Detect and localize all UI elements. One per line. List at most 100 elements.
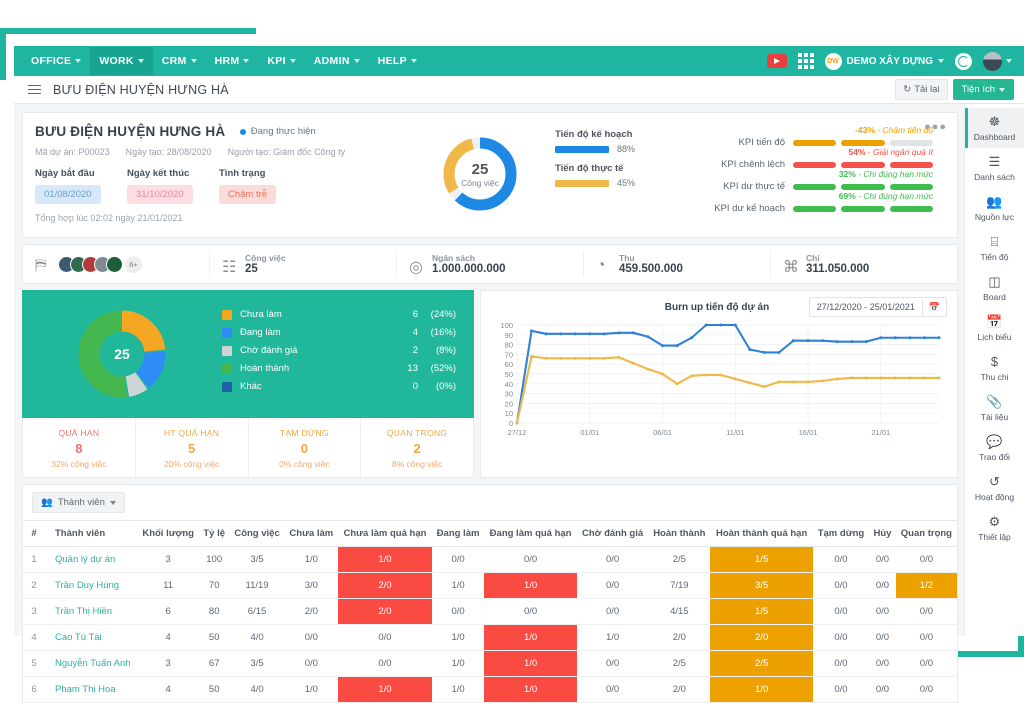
table-row[interactable]: 1Quản lý dự án31003/51/01/00/00/00/02/51… — [23, 547, 957, 573]
table-column-header-3[interactable]: Tỷ lệ — [199, 521, 230, 547]
row-cell-3: 1/0 — [285, 677, 338, 703]
row-cell-7: 0/0 — [577, 547, 648, 573]
row-member-name[interactable]: Phạm Thị Hoa — [45, 677, 137, 703]
row-cell-11: 0/0 — [869, 677, 896, 703]
table-column-header-0[interactable]: # — [23, 521, 45, 547]
nav-item-hrm[interactable]: HRM — [206, 47, 259, 75]
x-tick-label: 27/12 — [508, 428, 527, 437]
table-column-header-8[interactable]: Đang làm quá hạn — [484, 521, 577, 547]
substat-number: 8 — [23, 441, 135, 456]
table-body: 1Quản lý dự án31003/51/01/00/00/00/02/51… — [23, 547, 957, 703]
chevron-down-icon — [290, 59, 296, 63]
menu-toggle-icon[interactable] — [28, 85, 41, 95]
x-tick-label: 11/01 — [726, 428, 744, 437]
nav-item-help[interactable]: HELP — [369, 47, 426, 75]
table-column-header-11[interactable]: Hoàn thành quá hạn — [710, 521, 812, 547]
rail-item-trao-đổi[interactable]: 💬 Trao đổi — [965, 428, 1024, 468]
task-legend-count: 0 — [396, 381, 418, 392]
nav-item-work[interactable]: WORK — [90, 47, 152, 75]
row-cell-2: 6/15 — [230, 599, 285, 625]
org-name: DEMO XÂY DỰNG — [847, 56, 933, 67]
row-cell-1: 70 — [199, 573, 230, 599]
table-column-header-12[interactable]: Tạm dừng — [813, 521, 869, 547]
progress-legend-row: 88% — [555, 144, 695, 154]
table-column-header-13[interactable]: Hủy — [869, 521, 896, 547]
plan-progress-donut: 25 Công việc — [405, 123, 555, 225]
table-column-header-4[interactable]: Công việc — [230, 521, 285, 547]
table-column-header-2[interactable]: Khối lượng — [137, 521, 199, 547]
row-cell-5: 1/0 — [432, 625, 484, 651]
row-cell-9: 1/5 — [710, 547, 812, 573]
rail-item-lịch-biểu[interactable]: 📅Lịch biểu — [965, 308, 1024, 348]
date-range-value: 27/12/2020 - 25/01/2021 — [810, 298, 922, 316]
row-member-name[interactable]: Quản lý dự án — [45, 547, 137, 573]
table-column-header-5[interactable]: Chưa làm — [285, 521, 338, 547]
youtube-icon[interactable] — [767, 54, 787, 68]
row-cell-1: 67 — [199, 651, 230, 677]
rail-item-tiến-độ[interactable]: ⌸Tiến độ — [965, 228, 1024, 268]
y-tick-label: 10 — [505, 409, 513, 418]
row-cell-10: 0/0 — [813, 547, 869, 573]
task-legend-percent: (0%) — [418, 381, 456, 392]
row-member-name[interactable]: Trần Duy Hùng — [45, 573, 137, 599]
row-member-name[interactable]: Nguyễn Tuấn Anh — [45, 651, 137, 677]
reload-button[interactable]: ↻ Tải lại — [895, 79, 947, 100]
rail-item-thiết-lập[interactable]: ⚙Thiết lập — [965, 508, 1024, 548]
kpi-note: 54% - Giải ngân quá ít — [848, 147, 933, 157]
organization-switcher[interactable]: DW DEMO XÂY DỰNG — [825, 53, 944, 70]
money-icon: $ — [967, 355, 1022, 369]
series-point — [545, 332, 548, 335]
language-globe-icon[interactable] — [955, 53, 972, 70]
strip-label: Thu — [619, 253, 683, 263]
table-column-header-6[interactable]: Chưa làm quá hạn — [338, 521, 432, 547]
rail-item-tài-liệu[interactable]: 📎Tài liệu — [965, 388, 1024, 428]
rail-item-label: Thu chi — [967, 372, 1022, 382]
rail-item-label: Trao đổi — [967, 452, 1022, 462]
table-column-header-1[interactable]: Thành viên — [45, 521, 137, 547]
row-cell-10: 0/0 — [813, 677, 869, 703]
table-row[interactable]: 6Phạm Thị Hoa4504/01/01/01/01/00/02/01/0… — [23, 677, 957, 703]
chat-icon: 💬 — [967, 435, 1022, 449]
kpi-note: 32% - Chi đúng hạn mức — [839, 169, 933, 179]
row-member-name[interactable]: Cao Tú Tài — [45, 625, 137, 651]
table-column-header-9[interactable]: Chờ đánh giá — [577, 521, 648, 547]
utility-button[interactable]: Tiện ích — [953, 79, 1014, 100]
summary-timestamp: Tổng hợp lúc 02:02 ngày 21/01/2021 — [35, 213, 405, 223]
series-point — [836, 377, 839, 380]
rail-item-dashboard[interactable]: ☸Dashboard — [965, 108, 1024, 148]
nav-item-office[interactable]: OFFICE — [22, 47, 90, 75]
table-row[interactable]: 5Nguyễn Tuấn Anh3673/50/00/01/01/00/02/5… — [23, 651, 957, 677]
series-point — [879, 376, 882, 379]
nav-item-admin[interactable]: ADMIN — [305, 47, 369, 75]
table-column-header-7[interactable]: Đang làm — [432, 521, 484, 547]
avatar-group[interactable]: 6+ — [58, 256, 142, 273]
row-member-name[interactable]: Trần Thị Hiền — [45, 599, 137, 625]
row-cell-8: 2/5 — [648, 651, 710, 677]
substat-title: QUAN TRỌNG — [361, 428, 473, 438]
strip-text: Chi311.050.000 — [806, 253, 869, 275]
row-cell-2: 4/0 — [230, 625, 285, 651]
row-cell-12: 1/2 — [896, 573, 957, 599]
rail-item-board[interactable]: ◫Board — [965, 268, 1024, 308]
nav-item-kpi[interactable]: KPI — [258, 47, 304, 75]
member-filter-button[interactable]: 👥 Thành viên — [32, 492, 125, 513]
nav-item-crm[interactable]: CRM — [153, 47, 206, 75]
table-row[interactable]: 2Trần Duy Hùng117011/193/02/01/01/00/07/… — [23, 573, 957, 599]
field-value-2: Chậm trễ — [219, 185, 276, 204]
rail-item-thu-chi[interactable]: $ Thu chi — [965, 348, 1024, 388]
substat-number: 5 — [136, 441, 248, 456]
row-cell-11: 0/0 — [869, 651, 896, 677]
date-range-picker[interactable]: 27/12/2020 - 25/01/2021 📅 — [809, 297, 947, 317]
table-column-header-10[interactable]: Hoàn thành — [648, 521, 710, 547]
rail-item-hoạt-động[interactable]: ↺Hoạt động — [965, 468, 1024, 508]
rail-item-danh-sách[interactable]: ☰Danh sách — [965, 148, 1024, 188]
user-menu[interactable] — [983, 52, 1012, 71]
status-label: Đang thực hiện — [251, 126, 316, 137]
chevron-down-icon — [938, 59, 944, 63]
rail-item-nguồn-lực[interactable]: 👥Nguồn lực — [965, 188, 1024, 228]
table-row[interactable]: 3Trần Thị Hiền6806/152/02/00/00/00/04/15… — [23, 599, 957, 625]
table-column-header-14[interactable]: Quan trọng — [896, 521, 957, 547]
table-row[interactable]: 4Cao Tú Tài4504/00/00/01/01/01/02/02/00/… — [23, 625, 957, 651]
apps-grid-icon[interactable] — [798, 53, 814, 69]
task-status-legend: Chưa làm6(24%)Đang làm4(16%)Chờ đánh giá… — [222, 309, 474, 399]
